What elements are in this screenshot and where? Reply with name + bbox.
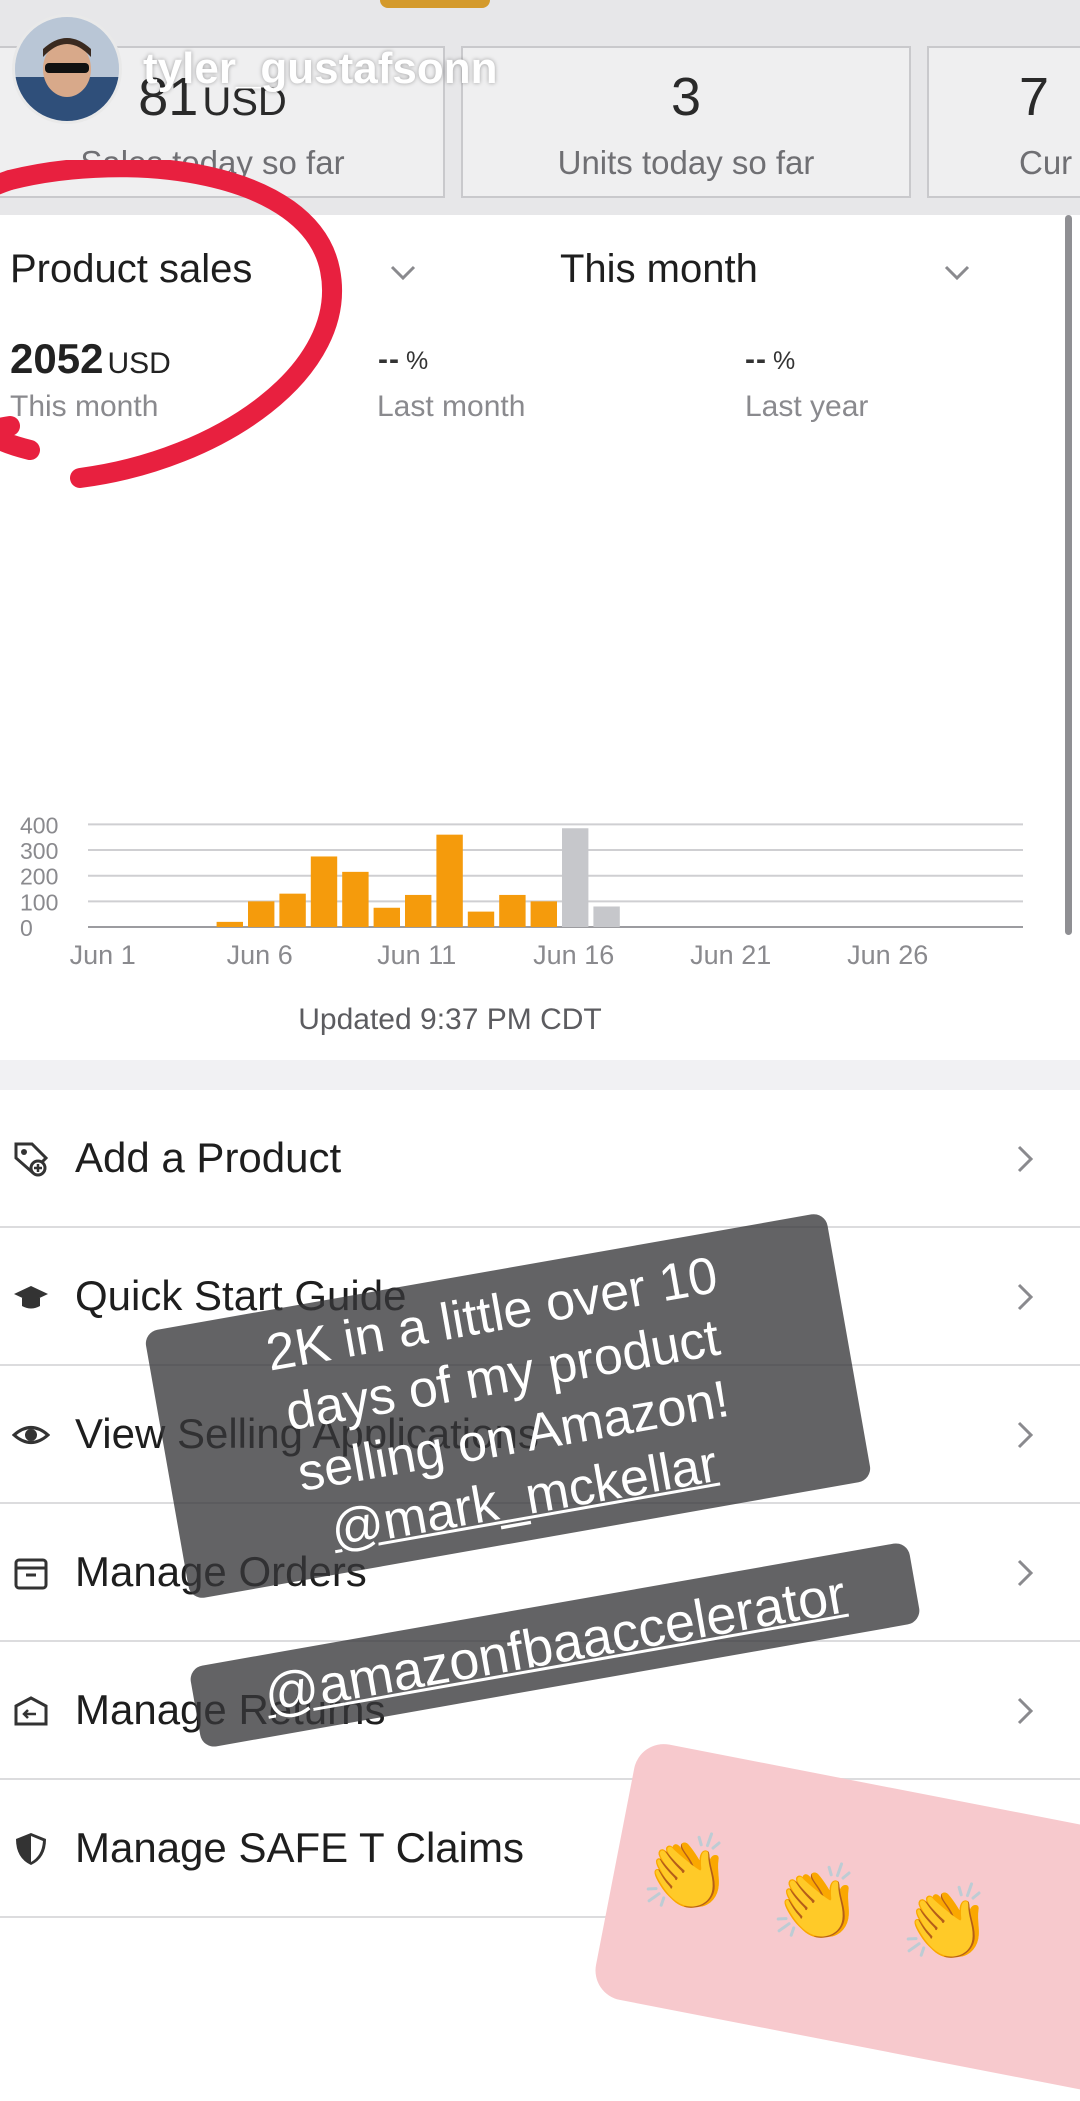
partial-card-caption: Cur <box>1019 144 1073 181</box>
y-axis-ticks: 0100200300400 <box>20 812 58 941</box>
y-tick-label: 300 <box>20 838 58 864</box>
section-divider <box>0 1060 1080 1090</box>
x-tick-label: Jun 11 <box>377 940 456 970</box>
red-annotation-circle <box>0 160 342 488</box>
story-username[interactable]: tyler_gustafsonn <box>143 44 498 94</box>
menu-item-label: Manage SAFE T Claims <box>75 1824 524 1871</box>
graduation-cap-icon <box>14 1286 48 1309</box>
chevron-right-icon <box>1017 1697 1034 1725</box>
y-tick-label: 100 <box>20 889 58 915</box>
chart-bar[interactable] <box>342 871 369 927</box>
chart-bar[interactable] <box>530 901 557 927</box>
chart-bar[interactable] <box>373 907 400 927</box>
scrollbar-thumb[interactable] <box>1065 215 1072 935</box>
partial-card[interactable]: 7 Cur <box>927 46 1080 198</box>
chevron-right-icon <box>1017 1421 1034 1449</box>
story-progress-bar <box>380 0 490 8</box>
chart-bar[interactable] <box>216 921 243 927</box>
archive-box-icon <box>14 1558 48 1590</box>
chart-bar[interactable] <box>310 856 338 927</box>
chevron-right-icon <box>1017 1145 1034 1173</box>
x-tick-label: Jun 16 <box>533 940 614 970</box>
shield-icon <box>16 1833 46 1865</box>
chart-bar[interactable] <box>248 901 275 927</box>
avatar[interactable] <box>12 14 122 124</box>
menu-item-add-a-product[interactable]: Add a Product <box>0 1090 1080 1228</box>
sales-chart: 0100200300400 Jun 1 Jun 6 Jun 11 Jun 16 Jun … <box>20 812 1023 970</box>
chart-bar[interactable] <box>562 828 589 927</box>
last-year-caption: Last year <box>745 390 869 423</box>
y-tick-label: 0 <box>20 915 33 941</box>
chevron-right-icon <box>1017 1283 1034 1311</box>
clapping-hands-icon: 👏 <box>900 1881 993 1964</box>
last-month-value: --% <box>378 343 430 376</box>
chart-bar[interactable] <box>467 911 495 927</box>
clapping-hands-icon: 👏 <box>770 1861 863 1944</box>
period-select[interactable]: This month <box>560 247 758 292</box>
updated-timestamp: Updated 9:37 PM CDT <box>298 1003 602 1036</box>
avatar-portrait-icon <box>15 17 119 121</box>
units-today-caption: Units today so far <box>557 144 815 181</box>
tag-add-icon <box>14 1142 49 1177</box>
clapping-hands-icon: 👏 <box>640 1831 733 1914</box>
partial-card-value: 7 <box>1019 67 1050 127</box>
units-today-card[interactable]: 3 Units today so far <box>461 46 911 198</box>
return-box-icon <box>14 1696 48 1726</box>
chart-bar[interactable] <box>405 894 432 927</box>
chart-bar[interactable] <box>436 834 463 927</box>
chart-bars <box>216 828 620 927</box>
x-axis-ticks: Jun 1 Jun 6 Jun 11 Jun 16 Jun 21 Jun 26 <box>70 940 929 970</box>
last-year-value: --% <box>745 343 797 376</box>
x-tick-label: Jun 6 <box>227 940 293 970</box>
y-tick-label: 200 <box>20 864 58 890</box>
eye-icon <box>12 1426 50 1444</box>
chart-bar[interactable] <box>593 906 620 927</box>
last-month-caption: Last month <box>377 390 526 423</box>
units-today-value: 3 <box>670 67 702 127</box>
menu-item-label: Add a Product <box>75 1134 342 1181</box>
chevron-down-icon[interactable] <box>390 265 416 281</box>
x-tick-label: Jun 21 <box>690 940 771 970</box>
y-tick-label: 400 <box>20 812 58 838</box>
chart-bar[interactable] <box>499 894 526 927</box>
x-tick-label: Jun 1 <box>70 940 136 970</box>
x-tick-label: Jun 26 <box>847 940 928 970</box>
chart-bar[interactable] <box>279 893 306 927</box>
chevron-down-icon[interactable] <box>944 265 970 281</box>
chevron-right-icon <box>1017 1559 1034 1587</box>
